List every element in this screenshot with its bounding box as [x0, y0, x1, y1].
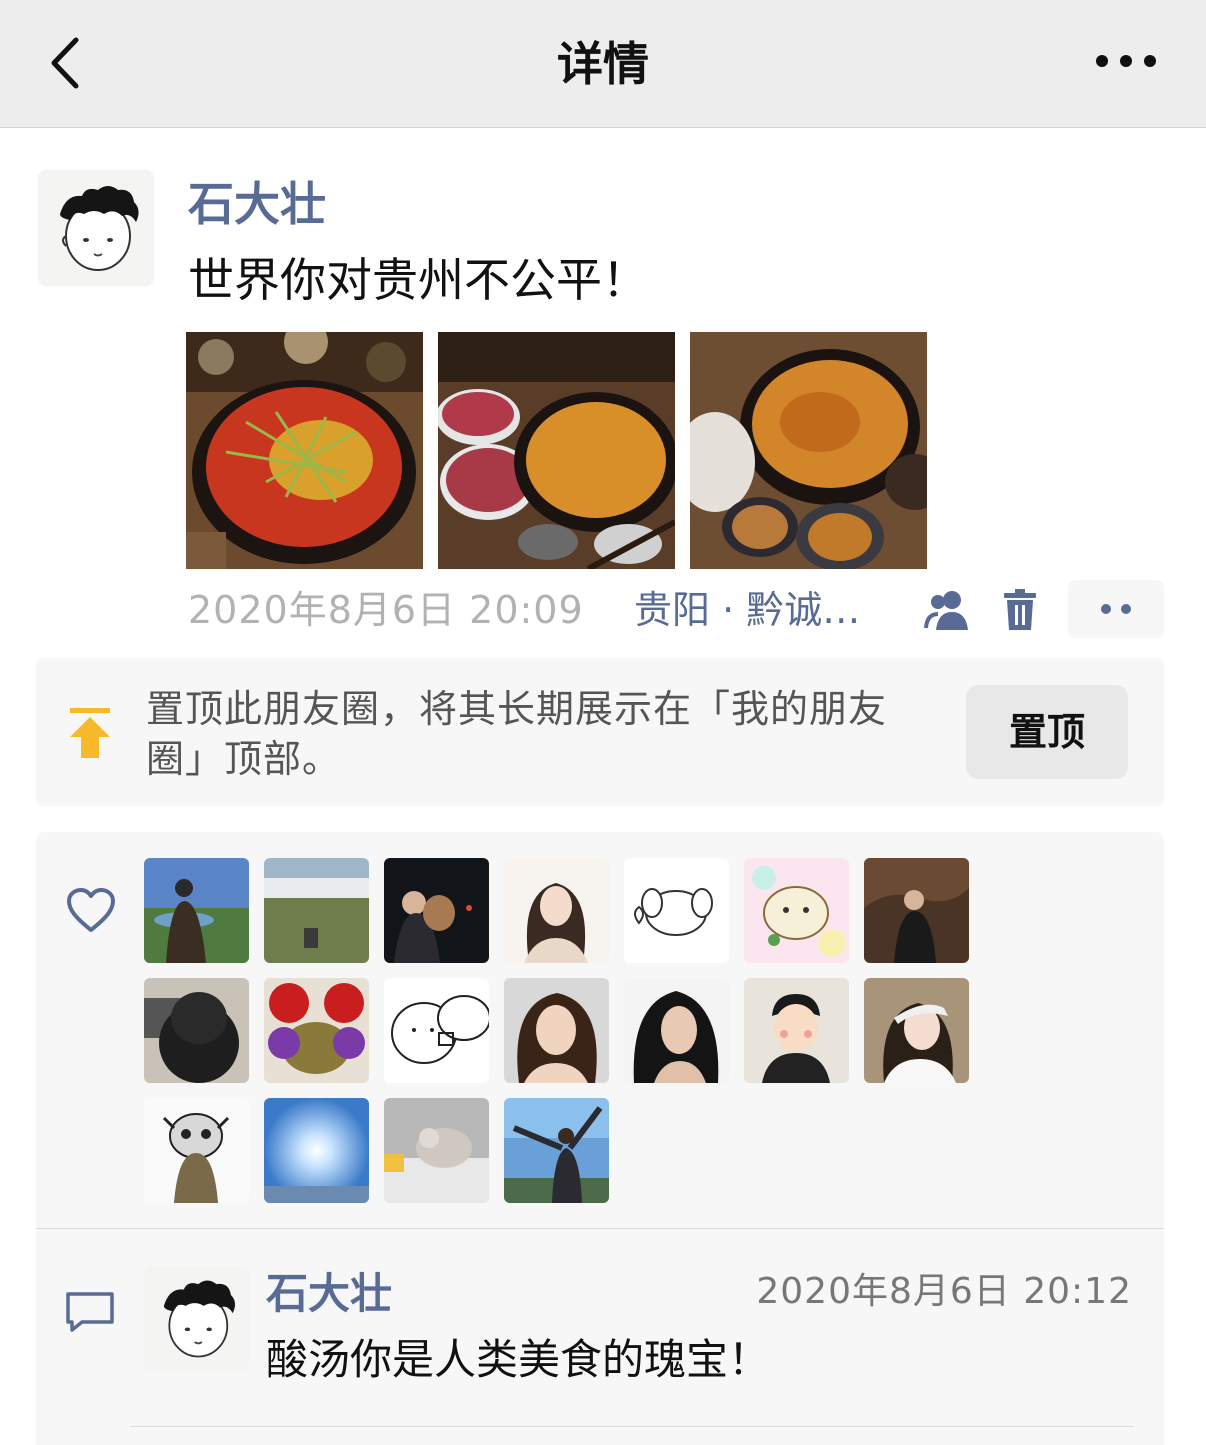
- pin-button[interactable]: 置顶: [966, 685, 1128, 779]
- post-photo-2[interactable]: [438, 332, 675, 569]
- like-avatar[interactable]: [144, 978, 249, 1083]
- like-avatar[interactable]: [144, 858, 249, 963]
- likes-comments-divider: [36, 1228, 1164, 1229]
- trash-icon: [1004, 589, 1036, 630]
- like-avatar[interactable]: [144, 1098, 249, 1203]
- post-photo-1[interactable]: [186, 332, 423, 569]
- delete-button[interactable]: [996, 588, 1044, 632]
- like-avatar[interactable]: [864, 858, 969, 963]
- more-button[interactable]: [1096, 54, 1156, 68]
- like-avatar[interactable]: [504, 858, 609, 963]
- heart-icon: [66, 888, 116, 934]
- like-avatar[interactable]: [264, 978, 369, 1083]
- like-avatar[interactable]: [744, 978, 849, 1083]
- pin-description: 置顶此朋友圈，将其长期展示在「我的朋友圈」顶部。: [146, 687, 888, 781]
- commenter-avatar[interactable]: [144, 1266, 249, 1371]
- like-avatar[interactable]: [744, 858, 849, 963]
- like-avatar[interactable]: [384, 978, 489, 1083]
- like-avatar[interactable]: [864, 978, 969, 1083]
- post-text: 世界你对贵州不公平！: [188, 253, 648, 307]
- comment-text[interactable]: 酸汤你是人类美食的瑰宝！: [266, 1332, 770, 1388]
- comment-like-menu-button[interactable]: [1068, 580, 1164, 638]
- commenter-name[interactable]: 石大壮: [266, 1266, 392, 1322]
- author-name[interactable]: 石大壮: [188, 172, 326, 236]
- more-dots-icon: [1101, 604, 1111, 614]
- like-avatar[interactable]: [504, 978, 609, 1083]
- like-avatar[interactable]: [384, 1098, 489, 1203]
- comment-icon: [64, 1290, 116, 1332]
- post-location[interactable]: 贵阳 · 黔诚…: [634, 584, 894, 636]
- post-photo-3[interactable]: [690, 332, 927, 569]
- author-avatar[interactable]: [38, 170, 154, 286]
- ellipsis-icon: [1096, 55, 1108, 67]
- like-avatar[interactable]: [624, 978, 729, 1083]
- like-avatar[interactable]: [384, 858, 489, 963]
- comment-divider: [130, 1426, 1134, 1427]
- comment-time: 2020年8月6日 20:12: [756, 1271, 1132, 1312]
- pin-top-icon: [66, 706, 114, 760]
- people-icon: [924, 591, 968, 630]
- nav-bar: 详情: [0, 0, 1206, 128]
- like-avatar[interactable]: [504, 1098, 609, 1203]
- like-avatar[interactable]: [264, 1098, 369, 1203]
- like-avatar[interactable]: [624, 858, 729, 963]
- like-avatar[interactable]: [264, 858, 369, 963]
- visibility-button[interactable]: [924, 588, 972, 632]
- post-time: 2020年8月6日 20:09: [188, 588, 584, 632]
- page-title: 详情: [557, 37, 649, 91]
